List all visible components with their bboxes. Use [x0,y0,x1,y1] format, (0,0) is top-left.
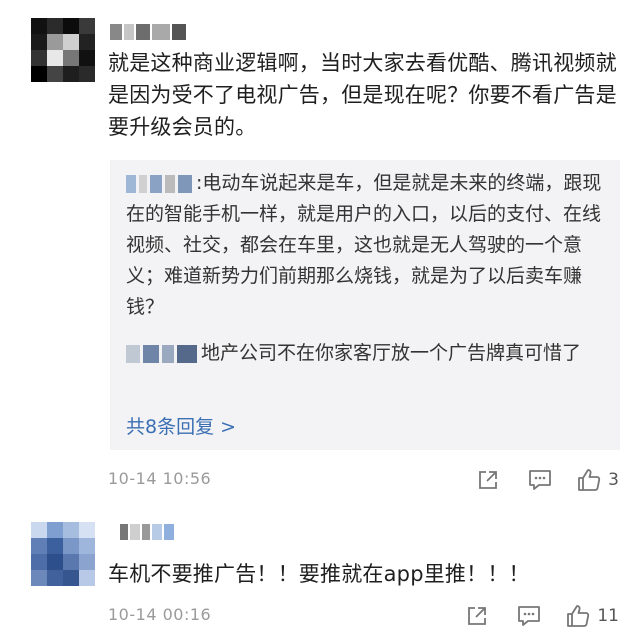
comment-icon [516,604,542,628]
share-icon [465,604,489,628]
comment-1: 就是这种商业逻辑啊，当时大家去看优酷、腾讯视频就是因为受不了电视广告，但是现在呢… [0,0,641,500]
timestamp: 10-14 10:56 [108,469,212,488]
comment-text: 车机不要推广告！！要推就在app里推！！！ [108,562,530,586]
reply-username-pixelated[interactable] [126,174,192,193]
comment-meta: 10-14 00:16 11 [108,601,619,631]
more-replies-link[interactable]: 共8条回复 > [126,412,236,439]
comment-text: 就是这种商业逻辑啊，当时大家去看优酷、腾讯视频就是因为受不了电视广告，但是现在呢… [108,51,617,139]
like-button[interactable]: 3 [576,465,619,495]
like-icon [565,603,591,629]
reply-2[interactable]: 地产公司不在你家客厅放一个广告牌真可惜了 [126,338,604,369]
action-bar: 11 [441,601,619,631]
like-count: 3 [608,470,619,490]
reply-text: 地产公司不在你家客厅放一个广告牌真可惜了 [201,342,582,364]
like-icon [576,467,602,493]
like-button[interactable]: 11 [565,601,619,631]
comment-button[interactable] [524,465,556,495]
share-button[interactable] [472,465,504,495]
comment-2: 车机不要推广告！！要推就在app里推！！！ 10-14 00:16 11 [0,510,641,639]
reply-username-pixelated[interactable] [126,344,197,363]
replies-block[interactable]: :电动车说起来是车，但是就是未来的终端，跟现在的智能手机一样，就是用户的入口，以… [110,160,620,450]
share-button[interactable] [461,601,493,631]
username-pixelated[interactable] [120,524,174,540]
like-count: 11 [597,606,619,626]
timestamp: 10-14 00:16 [108,605,212,624]
reply-1[interactable]: :电动车说起来是车，但是就是未来的终端，跟现在的智能手机一样，就是用户的入口，以… [126,168,604,323]
comment-button[interactable] [513,601,545,631]
share-icon [476,468,500,492]
avatar[interactable] [31,522,95,586]
avatar[interactable] [31,18,95,82]
comment-icon [527,468,553,492]
comment-meta: 10-14 10:56 3 [108,465,619,495]
username-pixelated[interactable] [110,24,186,40]
action-bar: 3 [452,465,619,495]
